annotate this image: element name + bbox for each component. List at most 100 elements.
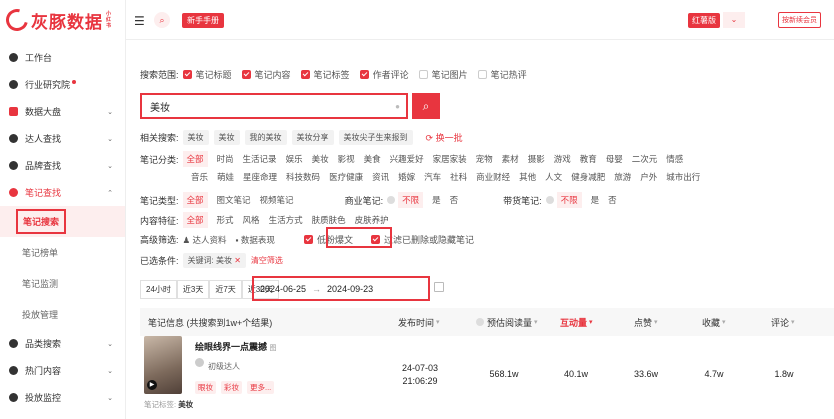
related-tag[interactable]: 美妆 [213, 130, 240, 145]
goods-yes[interactable]: 是 [591, 194, 600, 206]
category-item[interactable]: 商业财经 [476, 171, 510, 183]
radio-icon[interactable] [387, 196, 396, 204]
col-likes[interactable]: 点赞 ▾ [634, 312, 658, 332]
note-title[interactable]: 绘眼线界一点震撼 图 [195, 340, 277, 353]
feature-item[interactable]: 皮肤养护 [355, 214, 389, 226]
scope-hot-comment[interactable]: 笔记热评 [477, 68, 527, 81]
goods-no[interactable]: 否 [608, 194, 617, 206]
category-all[interactable]: 全部 [182, 151, 208, 167]
category-item[interactable]: 影视 [338, 153, 355, 165]
newbie-guide-button[interactable]: 新手手册 [182, 13, 224, 28]
category-item[interactable]: 星座命理 [243, 171, 277, 183]
commercial-any[interactable]: 不限 [398, 192, 424, 208]
goods-any[interactable]: 不限 [556, 192, 582, 208]
note-tag[interactable]: 眼妆 [195, 381, 216, 394]
sidebar-item-brand[interactable]: 品牌查找 ⌄ [0, 152, 125, 179]
clear-icon[interactable]: ● [395, 102, 400, 111]
category-item[interactable]: 宠物 [476, 153, 493, 165]
category-item[interactable]: 美食 [364, 153, 381, 165]
date-range-picker[interactable]: 2024-06-25 → 2024-09-23 [252, 276, 430, 301]
search-icon[interactable]: ⌕ [154, 12, 170, 28]
category-item[interactable]: 城市出行 [666, 171, 700, 183]
category-item[interactable]: 萌娃 [217, 171, 234, 183]
refresh-button[interactable]: ⟳ 换一批 [426, 131, 463, 144]
feature-item[interactable]: 肤质肤色 [312, 214, 346, 226]
vip-badge[interactable]: 红薯版 [688, 13, 720, 28]
category-item[interactable]: 科技数码 [286, 171, 320, 183]
category-item[interactable]: 资讯 [372, 171, 389, 183]
category-item[interactable]: 医疗健康 [329, 171, 363, 183]
scope-image[interactable]: 笔记图片 [418, 68, 468, 81]
category-item[interactable]: 婚嫁 [398, 171, 415, 183]
sidebar-item-hot[interactable]: 热门内容 ⌄ [0, 357, 125, 384]
category-item[interactable]: 摄影 [528, 153, 545, 165]
col-comments[interactable]: 评论 ▾ [771, 312, 795, 332]
sidebar-item-kol[interactable]: 达人查找 ⌄ [0, 125, 125, 152]
feature-item[interactable]: 风格 [243, 214, 260, 226]
category-item[interactable]: 兴趣爱好 [390, 153, 424, 165]
related-tag[interactable]: 美妆分享 [291, 130, 334, 145]
scope-tag[interactable]: 笔记标签 [300, 68, 350, 81]
category-item[interactable]: 汽车 [424, 171, 441, 183]
close-icon[interactable]: ✕ [234, 256, 241, 265]
category-item[interactable]: 音乐 [191, 171, 208, 183]
category-item[interactable]: 游戏 [554, 153, 571, 165]
more-tags[interactable]: 更多... [247, 381, 275, 394]
category-item[interactable]: 情感 [666, 153, 683, 165]
note-type-video[interactable]: 视频笔记 [260, 194, 294, 206]
tab-3d[interactable]: 近3天 [176, 280, 210, 299]
col-reads[interactable]: 预估阅读量 ▾ [476, 312, 538, 332]
feature-all[interactable]: 全部 [182, 212, 208, 228]
sidebar-item-industry[interactable]: 行业研究院 [0, 71, 125, 98]
category-item[interactable]: 健身减肥 [571, 171, 605, 183]
sidebar-item-workbench[interactable]: 工作台 [0, 44, 125, 71]
commercial-yes[interactable]: 是 [432, 194, 441, 206]
sidebar-sub-ad-manage[interactable]: 投放管理 [0, 299, 125, 330]
scope-comment[interactable]: 作者评论 [359, 68, 409, 81]
category-item[interactable]: 美妆 [312, 153, 329, 165]
category-item[interactable]: 户外 [640, 171, 657, 183]
related-tag[interactable]: 我的美妆 [244, 130, 287, 145]
filter-kol-profile[interactable]: ♟ 达人资料 [183, 234, 227, 246]
search-input[interactable]: 美妆 ● [140, 93, 408, 119]
category-item[interactable]: 人文 [545, 171, 562, 183]
calendar-icon[interactable] [434, 282, 444, 292]
note-tag[interactable]: 彩妆 [221, 381, 242, 394]
related-tag[interactable]: 美妆尖子生来报到 [338, 130, 413, 145]
note-type-all[interactable]: 全部 [182, 192, 208, 208]
category-item[interactable]: 娱乐 [286, 153, 303, 165]
sidebar-sub-note-search[interactable]: 笔记搜索 [0, 206, 125, 237]
sidebar-item-category[interactable]: 品类搜索 ⌄ [0, 330, 125, 357]
renew-button[interactable]: 按新续会员 [778, 12, 821, 28]
category-item[interactable]: 教育 [580, 153, 597, 165]
category-item[interactable]: 时尚 [217, 153, 234, 165]
commercial-no[interactable]: 否 [450, 194, 459, 206]
category-item[interactable]: 旅游 [614, 171, 631, 183]
tab-7d[interactable]: 近7天 [209, 280, 242, 299]
note-type-image[interactable]: 图文笔记 [217, 194, 251, 206]
col-interactions[interactable]: 互动量 ▾ [560, 312, 593, 332]
sidebar-item-ad-monitor[interactable]: 投放监控 ⌄ [0, 384, 125, 411]
related-tag[interactable]: 美妆 [182, 130, 209, 145]
col-favorites[interactable]: 收藏 ▾ [702, 312, 726, 332]
sidebar-sub-note-rank[interactable]: 笔记榜单 [0, 237, 125, 268]
sidebar-sub-note-monitor[interactable]: 笔记监测 [0, 268, 125, 299]
sidebar-item-dashboard[interactable]: 数据大盘 ⌄ [0, 98, 125, 125]
chevron-down-icon[interactable]: ⌄ [723, 12, 745, 28]
note-thumbnail[interactable]: ▶ [144, 336, 182, 394]
category-item[interactable]: 其他 [519, 171, 536, 183]
category-item[interactable]: 二次元 [632, 153, 658, 165]
category-item[interactable]: 母婴 [606, 153, 623, 165]
category-item[interactable]: 生活记录 [243, 153, 277, 165]
col-publish-time[interactable]: 发布时间 ▾ [398, 312, 440, 332]
category-item[interactable]: 家居家装 [433, 153, 467, 165]
logo[interactable]: 灰豚数据 小 红 书 [0, 0, 125, 40]
scope-content[interactable]: 笔记内容 [241, 68, 291, 81]
category-item[interactable]: 社科 [450, 171, 467, 183]
menu-icon[interactable]: ☰ [134, 14, 145, 28]
sidebar-item-notes[interactable]: 笔记查找 ⌃ [0, 179, 125, 206]
radio-icon[interactable] [545, 196, 554, 204]
category-item[interactable]: 素材 [502, 153, 519, 165]
tab-24h[interactable]: 24小时 [140, 280, 177, 299]
search-button[interactable]: ⌕ [412, 93, 440, 119]
